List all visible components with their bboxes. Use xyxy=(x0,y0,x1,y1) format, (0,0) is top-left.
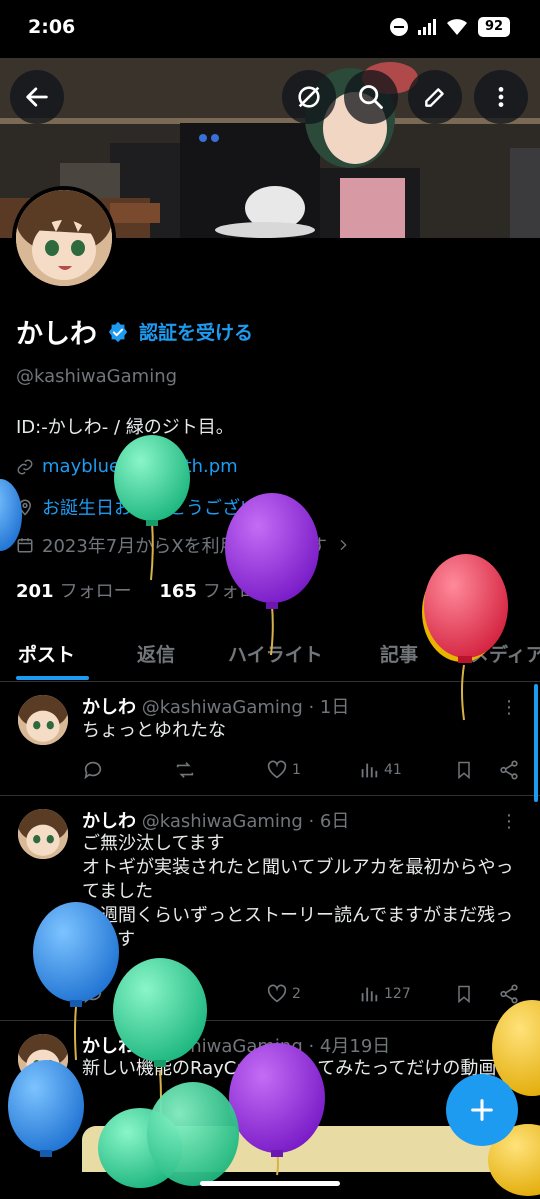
balloon-red xyxy=(422,554,508,721)
birthday-balloons xyxy=(0,435,540,1196)
compose-post-button[interactable] xyxy=(446,1074,518,1146)
balloon-purple xyxy=(225,493,319,656)
balloon-blue-2 xyxy=(8,1060,84,1157)
balloon-blue xyxy=(33,902,119,1061)
balloon-purple-2 xyxy=(229,1043,325,1176)
balloon-green-3 xyxy=(98,1082,239,1188)
home-indicator[interactable] xyxy=(200,1181,340,1186)
balloon-green xyxy=(114,435,190,581)
balloon-blue-left-edge xyxy=(0,479,22,551)
plus-icon xyxy=(471,1099,493,1121)
